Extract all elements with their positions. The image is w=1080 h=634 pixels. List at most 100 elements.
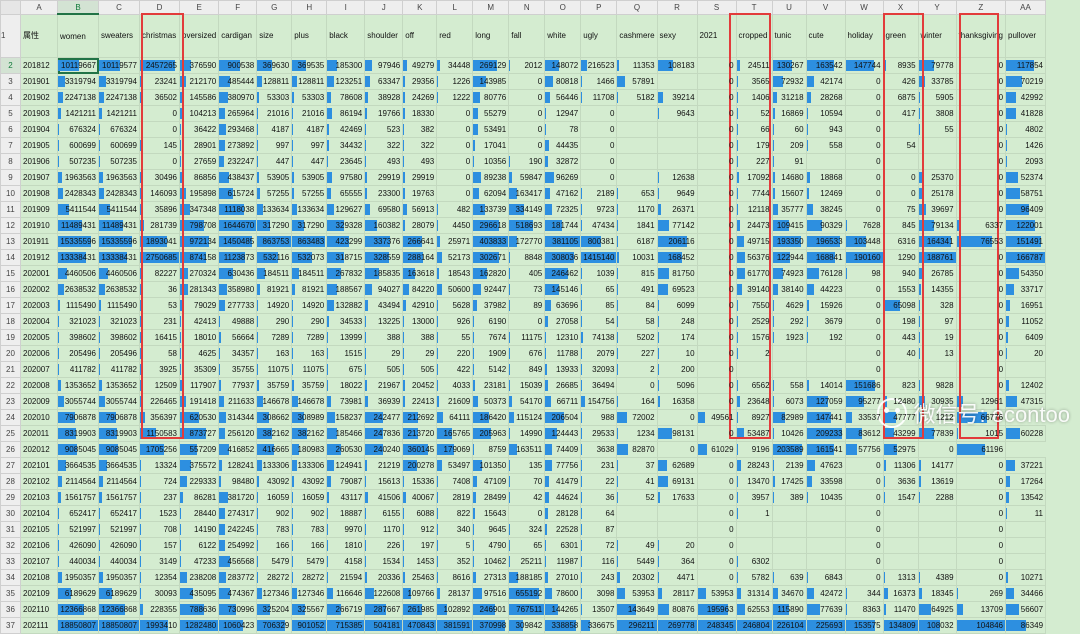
value-cell[interactable]: 388	[402, 329, 438, 346]
value-cell[interactable]: 44624	[544, 489, 582, 506]
column-header-d[interactable]: D	[139, 0, 180, 15]
value-cell[interactable]: 15926	[805, 297, 846, 314]
value-cell[interactable]: 62094	[472, 185, 510, 202]
value-cell[interactable]: 16373	[882, 585, 919, 602]
row-number[interactable]: 34	[0, 569, 21, 586]
value-cell[interactable]: 1313	[882, 569, 919, 586]
value-cell[interactable]: 246901	[472, 601, 510, 618]
value-cell[interactable]: 676324	[57, 121, 99, 138]
value-cell[interactable]: 74409	[544, 441, 582, 458]
value-cell[interactable]: 2114564	[57, 473, 99, 490]
column-header-s[interactable]: S	[696, 0, 737, 15]
value-cell[interactable]: 675	[326, 361, 366, 378]
value-cell[interactable]: 70	[508, 473, 546, 490]
value-cell[interactable]: 27659	[178, 153, 220, 170]
value-cell[interactable]: 0	[696, 537, 737, 554]
value-cell[interactable]: 15039	[508, 377, 546, 394]
value-cell[interactable]: 85	[580, 297, 618, 314]
value-cell[interactable]: 0	[696, 121, 737, 138]
value-cell[interactable]: 146678	[256, 393, 293, 410]
value-cell[interactable]: 128241	[218, 457, 258, 474]
value-cell[interactable]: 0	[955, 201, 1007, 218]
value-cell[interactable]: 382162	[291, 425, 328, 442]
row-number[interactable]: 29	[0, 489, 21, 506]
value-cell[interactable]: 66711	[544, 393, 582, 410]
value-cell[interactable]: 1950357	[98, 569, 140, 586]
value-cell[interactable]: 0	[955, 505, 1007, 522]
value-cell[interactable]: 375572	[178, 457, 220, 474]
value-cell[interactable]: 5905	[917, 89, 957, 106]
value-cell[interactable]: 1115490	[57, 297, 99, 314]
value-cell[interactable]: 783	[291, 521, 328, 538]
value-cell[interactable]: 42	[508, 489, 546, 506]
value-cell[interactable]: 2638532	[98, 281, 140, 298]
value-cell[interactable]: 12509	[139, 377, 180, 394]
period-cell[interactable]: 202003	[20, 297, 58, 314]
value-cell[interactable]: 2529	[735, 313, 773, 330]
value-cell[interactable]: 653	[616, 185, 658, 202]
value-cell[interactable]: 34357	[218, 345, 258, 362]
period-cell[interactable]: 202110	[20, 601, 58, 618]
value-cell[interactable]: 0	[955, 473, 1007, 490]
value-cell[interactable]: 15335596	[57, 233, 99, 250]
value-cell[interactable]: 0	[844, 537, 884, 554]
value-cell[interactable]: 34533	[326, 313, 366, 330]
value-cell[interactable]: 10119577	[98, 57, 140, 74]
value-cell[interactable]: 35759	[256, 377, 293, 394]
value-cell[interactable]: 53	[139, 297, 180, 314]
value-cell[interactable]: 28128	[544, 505, 582, 522]
value-cell[interactable]: 11489431	[57, 217, 99, 234]
column-header-q[interactable]: Q	[616, 0, 658, 15]
value-cell[interactable]: 0	[955, 153, 1007, 170]
value-cell[interactable]: 3319794	[57, 73, 99, 90]
value-cell[interactable]	[656, 521, 698, 538]
value-cell[interactable]: 56664	[218, 329, 258, 346]
value-cell[interactable]: 0	[844, 489, 884, 506]
column-header-x[interactable]: X	[882, 0, 919, 15]
value-cell[interactable]: 708	[139, 521, 180, 538]
value-cell[interactable]: 0	[955, 521, 1007, 538]
value-cell[interactable]: 13507	[580, 601, 618, 618]
value-cell[interactable]: 256120	[218, 425, 258, 442]
value-cell[interactable]: 61029	[696, 441, 737, 458]
header-cell[interactable]: sweaters	[98, 13, 140, 58]
value-cell[interactable]: 270324	[178, 265, 220, 282]
period-cell[interactable]: 202010	[20, 409, 58, 426]
value-cell[interactable]: 14990	[508, 425, 546, 442]
value-cell[interactable]	[656, 137, 698, 154]
value-cell[interactable]: 151491	[1005, 233, 1047, 250]
value-cell[interactable]	[656, 121, 698, 138]
column-header-c[interactable]: C	[98, 0, 140, 15]
value-cell[interactable]: 5479	[291, 553, 328, 570]
value-cell[interactable]: 15643	[472, 505, 510, 522]
value-cell[interactable]: 2247138	[57, 89, 99, 106]
value-cell[interactable]: 65	[580, 281, 618, 298]
value-cell[interactable]: 38140	[771, 281, 807, 298]
value-cell[interactable]: 329328	[326, 217, 366, 234]
column-header-m[interactable]: M	[472, 0, 510, 15]
value-cell[interactable]: 4790	[472, 537, 510, 554]
value-cell[interactable]: 4187	[256, 121, 293, 138]
value-cell[interactable]: 47162	[544, 185, 582, 202]
value-cell[interactable]: 532073	[291, 249, 328, 266]
value-cell[interactable]: 10	[656, 345, 698, 362]
value-cell[interactable]	[771, 521, 807, 538]
value-cell[interactable]: 6189629	[98, 585, 140, 602]
value-cell[interactable]	[1005, 537, 1047, 554]
value-cell[interactable]: 14920	[291, 297, 328, 314]
value-cell[interactable]: 417	[882, 105, 919, 122]
value-cell[interactable]: 77639	[805, 601, 846, 618]
value-cell[interactable]: 34670	[771, 585, 807, 602]
value-cell[interactable]: 69523	[656, 281, 698, 298]
value-cell[interactable]: 12366868	[98, 601, 140, 618]
value-cell[interactable]: 64111	[436, 409, 474, 426]
value-cell[interactable]: 2012	[508, 57, 546, 74]
value-cell[interactable]: 116	[580, 553, 618, 570]
value-cell[interactable]: 29919	[364, 169, 404, 186]
value-cell[interactable]: 0	[955, 137, 1007, 154]
value-cell[interactable]: 0	[696, 505, 737, 522]
value-cell[interactable]: 288164	[402, 249, 438, 266]
value-cell[interactable]: 240240	[364, 441, 404, 458]
value-cell[interactable]: 997	[256, 137, 293, 154]
value-cell[interactable]: 269129	[472, 57, 510, 74]
